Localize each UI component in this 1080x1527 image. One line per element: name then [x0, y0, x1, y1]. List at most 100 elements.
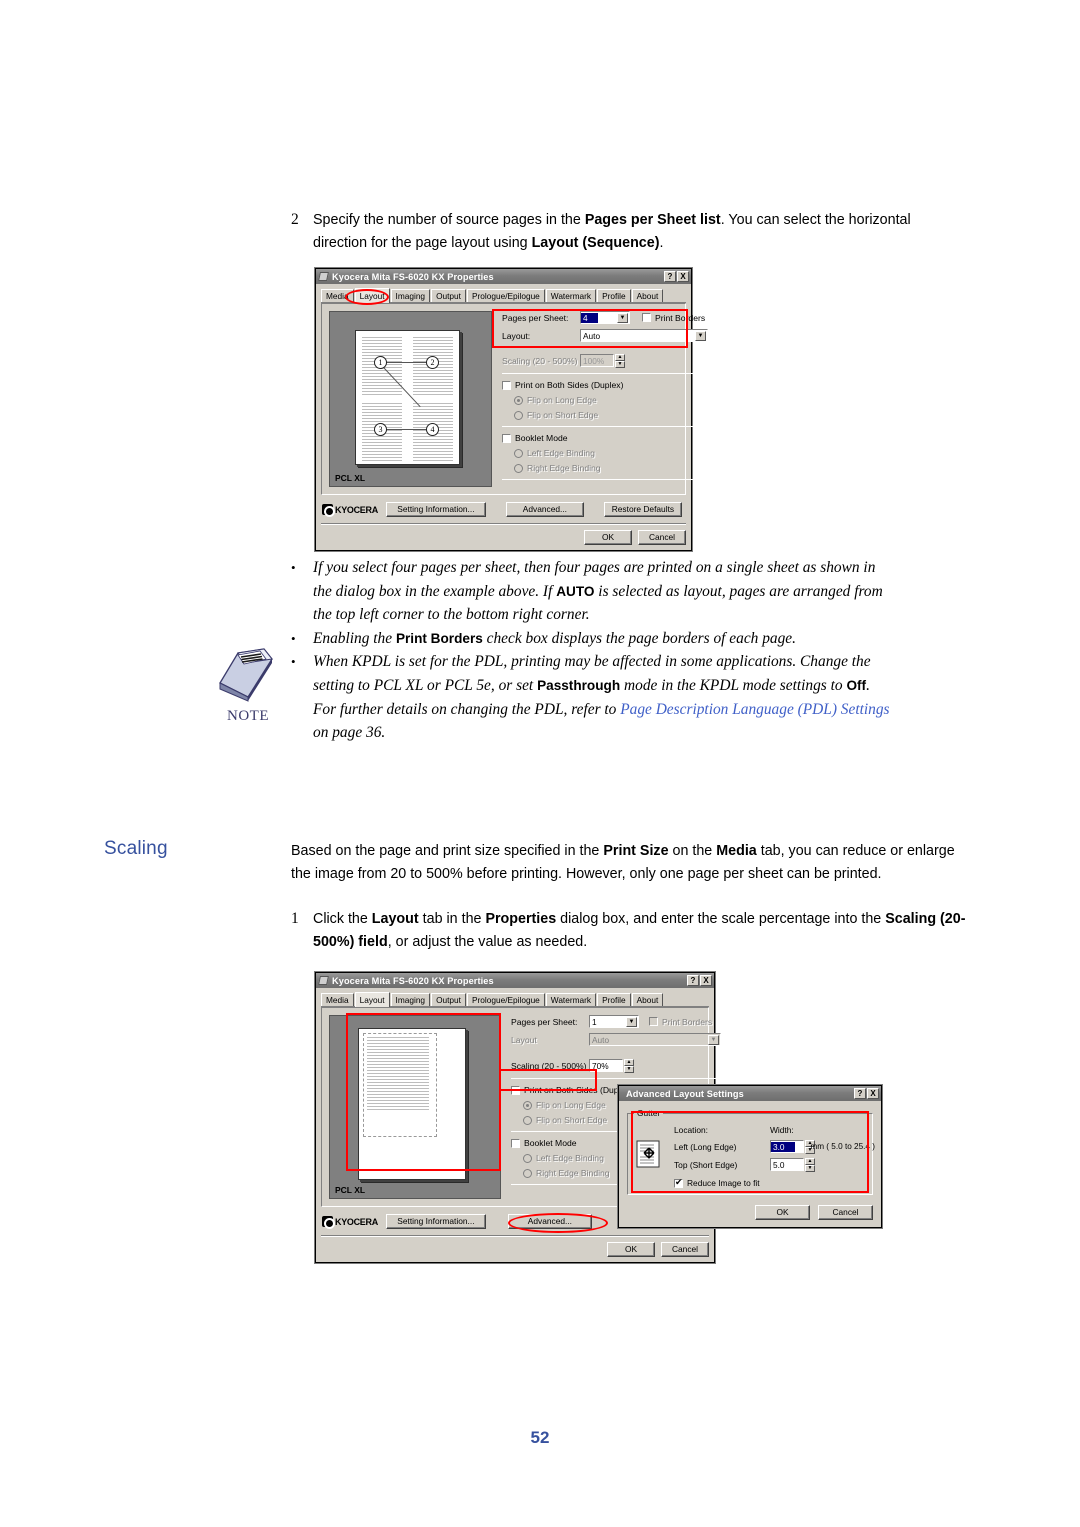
- right-edge-binding-label: Right Edge Binding: [536, 1168, 610, 1178]
- note-item: • When KPDL is set for the PDL, printing…: [291, 650, 891, 744]
- tab-output[interactable]: Output: [431, 289, 466, 302]
- cancel-button[interactable]: Cancel: [661, 1242, 709, 1257]
- note-icon-block: NOTE: [212, 645, 284, 725]
- left-gutter-input[interactable]: 3.0: [770, 1140, 804, 1153]
- duplex-checkbox[interactable]: [511, 1085, 520, 1095]
- close-button[interactable]: X: [700, 975, 712, 986]
- kyocera-logo: KYOCERA: [322, 1216, 378, 1229]
- sequence-arrow-1-2: [381, 362, 426, 363]
- dialog-3-titlebar[interactable]: Advanced Layout Settings ? X: [619, 1086, 881, 1101]
- step-1: 1 Click the Layout tab in the Properties…: [291, 908, 971, 953]
- preview-page-number-2: 2: [426, 356, 439, 369]
- booklet-mode-checkbox[interactable]: [511, 1138, 520, 1148]
- setting-information-button[interactable]: Setting Information...: [385, 502, 486, 517]
- page-number: 52: [530, 1428, 550, 1447]
- flip-long-edge-radio[interactable]: [523, 1100, 532, 1110]
- note-list: • If you select four pages per sheet, th…: [291, 556, 891, 745]
- duplex-checkbox[interactable]: [502, 380, 511, 390]
- flip-long-edge-label: Flip on Long Edge: [527, 395, 597, 405]
- flip-short-edge-radio[interactable]: [523, 1115, 532, 1125]
- top-gutter-input[interactable]: 5.0: [770, 1158, 804, 1171]
- advanced-button[interactable]: Advanced...: [505, 502, 584, 517]
- tab-imaging[interactable]: Imaging: [390, 289, 431, 302]
- tab-media[interactable]: Media: [321, 289, 354, 302]
- flip-short-edge-radio[interactable]: [514, 410, 523, 420]
- top-gutter-stepper[interactable]: ▲ ▼: [805, 1158, 815, 1172]
- chevron-down-icon[interactable]: ▼: [695, 331, 706, 341]
- notepad-icon: [219, 648, 273, 702]
- cancel-button[interactable]: Cancel: [638, 530, 686, 545]
- preview-page-number-4: 4: [426, 423, 439, 436]
- help-button[interactable]: ?: [854, 1088, 866, 1099]
- print-borders-checkbox[interactable]: [642, 313, 651, 322]
- tab-prologue-epilogue[interactable]: Prologue/Epilogue: [466, 289, 545, 302]
- tab-imaging[interactable]: Imaging: [390, 993, 431, 1006]
- tab-profile[interactable]: Profile: [597, 993, 631, 1006]
- right-edge-binding-radio[interactable]: [523, 1168, 532, 1178]
- reduce-image-checkbox[interactable]: [674, 1177, 683, 1188]
- setting-information-button[interactable]: Setting Information...: [385, 1214, 486, 1229]
- note-bullet: •: [291, 654, 296, 670]
- printer-properties-dialog-1[interactable]: Kyocera Mita FS-6020 KX Properties ? X M…: [315, 268, 708, 551]
- scaling-stepper[interactable]: ▲ ▼: [624, 1059, 634, 1073]
- ok-button[interactable]: OK: [755, 1205, 810, 1220]
- note-item: • If you select four pages per sheet, th…: [291, 556, 891, 627]
- dialog-2-tabstrip[interactable]: Media Layout Imaging Output Prologue/Epi…: [321, 992, 709, 1007]
- ok-button[interactable]: OK: [607, 1242, 655, 1257]
- step-1-number: 1: [291, 910, 299, 927]
- dialog-1-tabstrip[interactable]: Media Layout Imaging Output Prologue/Epi…: [321, 288, 686, 303]
- booklet-mode-checkbox[interactable]: [502, 433, 511, 443]
- gutter-units-note: mm ( 5.0 to 25.4 ): [810, 1142, 875, 1151]
- tab-watermark[interactable]: Watermark: [545, 993, 597, 1006]
- restore-defaults-button[interactable]: Restore Defaults: [603, 502, 682, 517]
- top-short-edge-label: Top (Short Edge): [674, 1159, 738, 1170]
- help-button[interactable]: ?: [664, 271, 676, 282]
- left-edge-binding-radio[interactable]: [514, 448, 523, 458]
- tab-layout[interactable]: Layout: [354, 288, 390, 303]
- chevron-down-icon[interactable]: ▼: [708, 1035, 719, 1045]
- tab-profile[interactable]: Profile: [597, 289, 631, 302]
- close-button[interactable]: X: [677, 271, 689, 282]
- layout-select[interactable]: Auto ▼: [580, 329, 708, 342]
- scaling-label: Scaling (20 - 500%): [502, 355, 578, 366]
- pages-per-sheet-select[interactable]: 1 ▼: [589, 1015, 639, 1028]
- close-button[interactable]: X: [867, 1088, 879, 1099]
- ok-button[interactable]: OK: [584, 530, 632, 545]
- right-edge-binding-radio[interactable]: [514, 463, 523, 473]
- chevron-down-icon[interactable]: ▼: [617, 313, 628, 323]
- flip-long-edge-radio[interactable]: [514, 395, 523, 405]
- chevron-down-icon[interactable]: ▼: [626, 1017, 637, 1027]
- step-2-text: Specify the number of source pages in th…: [313, 212, 911, 251]
- dialog-2-title: Kyocera Mita FS-6020 KX Properties: [332, 975, 494, 986]
- advanced-button[interactable]: Advanced...: [507, 1214, 592, 1229]
- pages-per-sheet-select[interactable]: 4 ▼: [580, 311, 630, 324]
- gutter-illustration-icon: [634, 1125, 666, 1171]
- note-text: If you select four pages per sheet, then…: [313, 559, 883, 624]
- tab-prologue-epilogue[interactable]: Prologue/Epilogue: [466, 993, 545, 1006]
- tab-watermark[interactable]: Watermark: [545, 289, 597, 302]
- duplex-label: Print on Both Sides (Duplex): [524, 1085, 633, 1095]
- tab-media[interactable]: Media: [321, 993, 354, 1006]
- tab-about[interactable]: About: [631, 289, 664, 302]
- tab-layout[interactable]: Layout: [354, 992, 390, 1007]
- advanced-layout-settings-dialog[interactable]: Advanced Layout Settings ? X Gutter Loca…: [618, 1085, 882, 1228]
- layout-label: Layout: [511, 1034, 537, 1045]
- cancel-button[interactable]: Cancel: [818, 1205, 873, 1220]
- pages-per-sheet-label: Pages per Sheet:: [511, 1016, 578, 1027]
- scaling-input[interactable]: 70%: [589, 1059, 623, 1072]
- scaling-stepper[interactable]: ▲ ▼: [615, 354, 625, 368]
- help-button[interactable]: ?: [687, 975, 699, 986]
- dialog-1-titlebar[interactable]: Kyocera Mita FS-6020 KX Properties ? X: [316, 269, 691, 284]
- right-edge-binding-label: Right Edge Binding: [527, 463, 601, 473]
- booklet-mode-label: Booklet Mode: [515, 433, 568, 443]
- layout-select[interactable]: Auto ▼: [589, 1033, 721, 1046]
- left-edge-binding-radio[interactable]: [523, 1153, 532, 1163]
- print-borders-label: Print Borders: [655, 312, 706, 323]
- scaling-input[interactable]: 100%: [580, 354, 614, 367]
- scaling-label: Scaling (20 - 500%): [511, 1060, 587, 1071]
- layout-value: Auto: [583, 330, 601, 341]
- print-borders-checkbox[interactable]: [649, 1017, 658, 1026]
- tab-about[interactable]: About: [631, 993, 664, 1006]
- tab-output[interactable]: Output: [431, 993, 466, 1006]
- dialog-2-titlebar[interactable]: Kyocera Mita FS-6020 KX Properties ? X: [316, 973, 714, 988]
